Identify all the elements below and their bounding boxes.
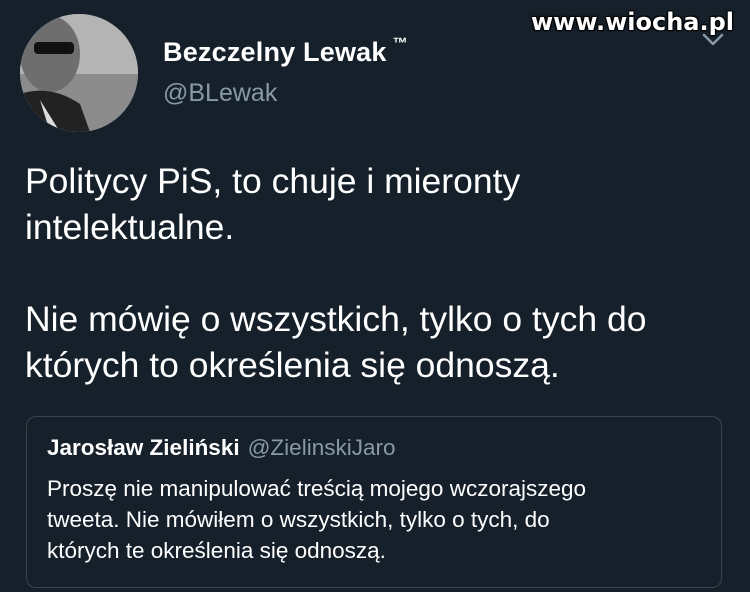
author-badge: ™ <box>392 35 408 52</box>
tweet-line: Politycy PiS, to chuje i mieronty <box>25 161 521 201</box>
author-name[interactable]: Bezczelny Lewak ™ <box>163 35 408 68</box>
quoted-tweet-line: których te określenia się odnoszą. <box>47 538 386 563</box>
tweet-paragraph: Nie mówię o wszystkich, tylko o tych do … <box>25 296 735 388</box>
tweet-paragraph: Politycy PiS, to chuje i mieronty intele… <box>25 158 735 250</box>
quoted-tweet-text: Proszę nie manipulować treścią mojego wc… <box>47 473 707 566</box>
quoted-tweet-card[interactable]: Jarosław Zieliński @ZielinskiJaro Proszę … <box>26 416 722 588</box>
quoted-tweet-header: Jarosław Zieliński @ZielinskiJaro <box>47 435 395 461</box>
quoted-tweet-line: tweeta. Nie mówiłem o wszystkich, tylko … <box>47 507 550 532</box>
quoted-author-name: Jarosław Zieliński <box>47 435 240 460</box>
quoted-author-handle: @ZielinskiJaro <box>247 435 396 460</box>
user-avatar-photo-icon <box>20 14 138 132</box>
tweet-line: których to określenia się odnoszą. <box>25 345 560 385</box>
avatar[interactable] <box>20 14 138 132</box>
tweet-line: intelektualne. <box>25 207 235 247</box>
tweet-text: Politycy PiS, to chuje i mieronty intele… <box>25 158 735 388</box>
tweet-line: Nie mówię o wszystkich, tylko o tych do <box>25 299 647 339</box>
author-name-text: Bezczelny Lewak <box>163 37 387 67</box>
author-handle[interactable]: @BLewak <box>163 79 277 108</box>
tweet-card: Bezczelny Lewak ™ @BLewak www.wiocha.pl P… <box>0 0 750 592</box>
quoted-tweet-line: Proszę nie manipulować treścią mojego wc… <box>47 476 587 501</box>
chevron-down-icon[interactable] <box>700 28 726 50</box>
